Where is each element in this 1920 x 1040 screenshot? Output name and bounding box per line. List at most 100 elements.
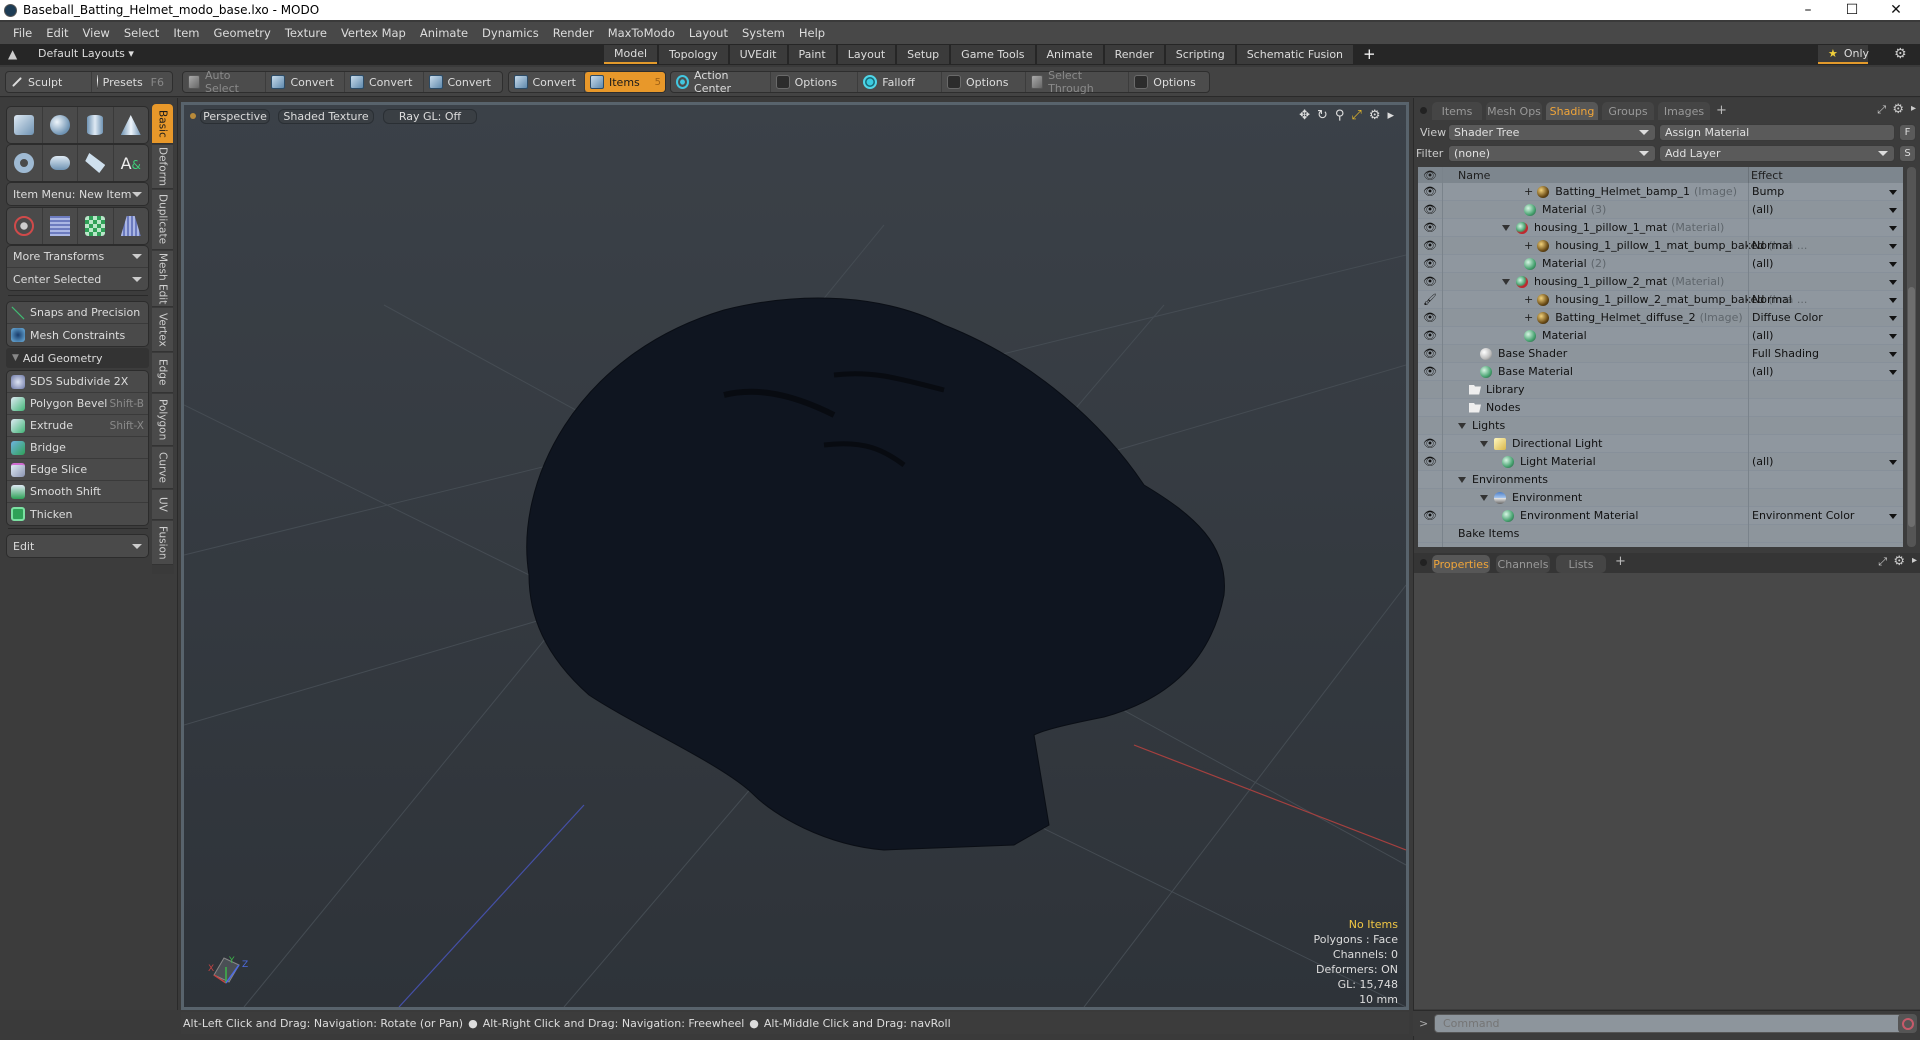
text-primitive-button[interactable]: A& bbox=[114, 145, 149, 181]
effect-column-header[interactable]: Effect bbox=[1751, 169, 1783, 182]
vtab-basic[interactable]: Basic bbox=[152, 104, 173, 144]
shader-tree-row[interactable]: Nodes bbox=[1418, 399, 1903, 417]
maximize-button[interactable]: ☐ bbox=[1830, 0, 1874, 20]
visibility-eye-icon[interactable]: 👁 bbox=[1418, 221, 1442, 234]
capsule-primitive-button[interactable] bbox=[43, 145, 78, 181]
tab-uvedit[interactable]: UVEdit bbox=[729, 45, 787, 64]
tab-animate[interactable]: Animate bbox=[1036, 45, 1103, 64]
rotate-icon[interactable]: ↻ bbox=[1317, 108, 1328, 123]
tab-properties[interactable]: Properties bbox=[1432, 555, 1490, 573]
effect-cell[interactable]: (all) bbox=[1752, 329, 1773, 342]
add-layer-dropdown[interactable]: Add Layer bbox=[1659, 145, 1895, 162]
pan-icon[interactable]: ✥ bbox=[1299, 108, 1310, 123]
panel-gear-icon[interactable]: ⚙ bbox=[1892, 102, 1904, 117]
shader-tree-row[interactable]: Bake Items bbox=[1418, 525, 1903, 543]
menu-select[interactable]: Select bbox=[117, 26, 166, 40]
gear-icon[interactable]: ⚙ bbox=[1894, 46, 1907, 62]
items-mode-button[interactable]: Items 5 bbox=[585, 72, 665, 92]
uv-cube-button[interactable] bbox=[78, 208, 114, 244]
effect-cell[interactable]: (all) bbox=[1752, 257, 1773, 270]
bridge-button[interactable]: Bridge bbox=[7, 437, 148, 459]
add-geometry-section-header[interactable]: ▼ Add Geometry bbox=[6, 348, 149, 368]
pen-tool-button[interactable] bbox=[78, 145, 114, 181]
effect-cell[interactable]: Normal bbox=[1752, 239, 1792, 252]
panel-menu-dot[interactable] bbox=[1420, 559, 1427, 566]
menu-animate[interactable]: Animate bbox=[413, 26, 475, 40]
assign-material-button[interactable]: Assign Material bbox=[1659, 124, 1895, 141]
name-column-header[interactable]: Name bbox=[1458, 169, 1490, 182]
presets-button[interactable]: Presets F6 bbox=[92, 72, 172, 92]
visibility-eye-icon[interactable]: 👁 bbox=[1418, 365, 1442, 378]
command-input[interactable] bbox=[1434, 1014, 1908, 1033]
vtab-duplicate[interactable]: Duplicate bbox=[152, 190, 173, 250]
action-center-options-button[interactable]: Options bbox=[771, 72, 859, 92]
center-selected-dropdown[interactable]: Center Selected bbox=[7, 268, 148, 290]
menu-geometry[interactable]: Geometry bbox=[207, 26, 278, 40]
tab-paint[interactable]: Paint bbox=[788, 45, 836, 64]
cube-primitive-button[interactable] bbox=[7, 107, 43, 143]
shader-tree-row[interactable]: 👁 Material (3) (all) bbox=[1418, 201, 1903, 219]
effect-dropdown-chevron-icon[interactable] bbox=[1889, 262, 1897, 267]
extrude-button[interactable]: Extrude Shift-X bbox=[7, 415, 148, 437]
cylinder-primitive-button[interactable] bbox=[78, 107, 114, 143]
shader-tree-row[interactable]: 🖌 + housing_1_pillow_2_mat_bump_baked (Ima … bbox=[1418, 291, 1903, 309]
visibility-eye-icon[interactable]: 👁 bbox=[1418, 185, 1442, 198]
menu-maxtomodo[interactable]: MaxToModo bbox=[601, 26, 682, 40]
visibility-eye-icon[interactable]: 👁 bbox=[1418, 275, 1442, 288]
expand-plus-icon[interactable]: + bbox=[1524, 311, 1533, 324]
visibility-eye-icon[interactable]: 👁 bbox=[1418, 455, 1442, 468]
fit-view-icon[interactable]: ⤢ bbox=[1351, 108, 1361, 123]
shader-tree-row[interactable]: 👁 Directional Light bbox=[1418, 435, 1903, 453]
add-layout-tab-button[interactable]: + bbox=[1355, 45, 1384, 64]
visibility-eye-icon[interactable]: 👁 bbox=[1418, 329, 1442, 342]
vtab-fusion[interactable]: Fusion bbox=[152, 521, 173, 565]
lattice-tool-button[interactable] bbox=[43, 208, 78, 244]
menu-render[interactable]: Render bbox=[546, 26, 601, 40]
visibility-eye-icon[interactable]: 👁 bbox=[1418, 311, 1442, 324]
effect-dropdown-chevron-icon[interactable] bbox=[1889, 190, 1897, 195]
select-through-button[interactable]: Select Through bbox=[1026, 69, 1130, 95]
tree-scrollbar-thumb[interactable] bbox=[1908, 287, 1915, 527]
menu-layout[interactable]: Layout bbox=[682, 26, 735, 40]
collapse-triangle-icon[interactable] bbox=[1502, 278, 1510, 285]
panel-gear-icon[interactable]: ⚙ bbox=[1893, 554, 1905, 569]
effect-dropdown-chevron-icon[interactable] bbox=[1889, 370, 1897, 375]
shader-tree-row[interactable]: 👁 Base Shader Full Shading bbox=[1418, 345, 1903, 363]
menu-dynamics[interactable]: Dynamics bbox=[475, 26, 546, 40]
shading-mode-button[interactable]: Shaded Texture bbox=[278, 109, 374, 124]
vtab-curve[interactable]: Curve bbox=[152, 447, 173, 489]
effect-cell[interactable]: (all) bbox=[1752, 365, 1773, 378]
convert-edges-button[interactable]: Convert bbox=[345, 72, 424, 92]
tab-schematic-fusion[interactable]: Schematic Fusion bbox=[1236, 45, 1354, 64]
item-menu-dropdown[interactable]: Item Menu: New Item bbox=[7, 183, 148, 205]
raygl-toggle-button[interactable]: Ray GL: Off bbox=[383, 109, 477, 124]
menu-edit[interactable]: Edit bbox=[39, 26, 75, 40]
effect-cell[interactable]: Normal bbox=[1752, 293, 1792, 306]
shader-tree-row[interactable]: 👁 housing_1_pillow_1_mat (Material) bbox=[1418, 219, 1903, 237]
shader-tree-row[interactable]: Library bbox=[1418, 381, 1903, 399]
effect-cell[interactable]: Diffuse Color bbox=[1752, 311, 1823, 324]
panel-arrow-icon[interactable]: ▸ bbox=[1912, 555, 1917, 566]
sphere-primitive-button[interactable] bbox=[43, 107, 78, 143]
collapse-arrow-icon[interactable]: ▲ bbox=[8, 47, 17, 61]
filter-dropdown[interactable]: (none) bbox=[1448, 145, 1656, 162]
falloff-options-button[interactable]: Options bbox=[942, 72, 1026, 92]
taper-tool-button[interactable] bbox=[114, 208, 149, 244]
vtab-deform[interactable]: Deform bbox=[152, 145, 173, 189]
vtab-mesh-edit[interactable]: Mesh Edit bbox=[152, 251, 173, 307]
effect-dropdown-chevron-icon[interactable] bbox=[1889, 280, 1897, 285]
convert-polygons-button[interactable]: Convert bbox=[424, 72, 503, 92]
record-macro-button[interactable] bbox=[1898, 1014, 1917, 1033]
batting-helmet-mesh[interactable] bbox=[526, 297, 1225, 851]
tab-shading[interactable]: Shading bbox=[1546, 102, 1598, 120]
cone-primitive-button[interactable] bbox=[114, 107, 149, 143]
auto-select-button[interactable]: Auto Select bbox=[183, 69, 267, 95]
collapse-triangle-icon[interactable] bbox=[1458, 476, 1466, 483]
effect-dropdown-chevron-icon[interactable] bbox=[1889, 226, 1897, 231]
select-through-options-button[interactable]: Options bbox=[1129, 72, 1209, 92]
menu-item[interactable]: Item bbox=[166, 26, 206, 40]
sds-subdivide-button[interactable]: SDS Subdivide 2X bbox=[7, 371, 148, 393]
tab-topology[interactable]: Topology bbox=[659, 45, 728, 64]
shader-tree-row[interactable]: 👁 + Batting_Helmet_bamp_1 (Image) Bump bbox=[1418, 183, 1903, 201]
viewport-menu-dot[interactable] bbox=[190, 113, 196, 119]
